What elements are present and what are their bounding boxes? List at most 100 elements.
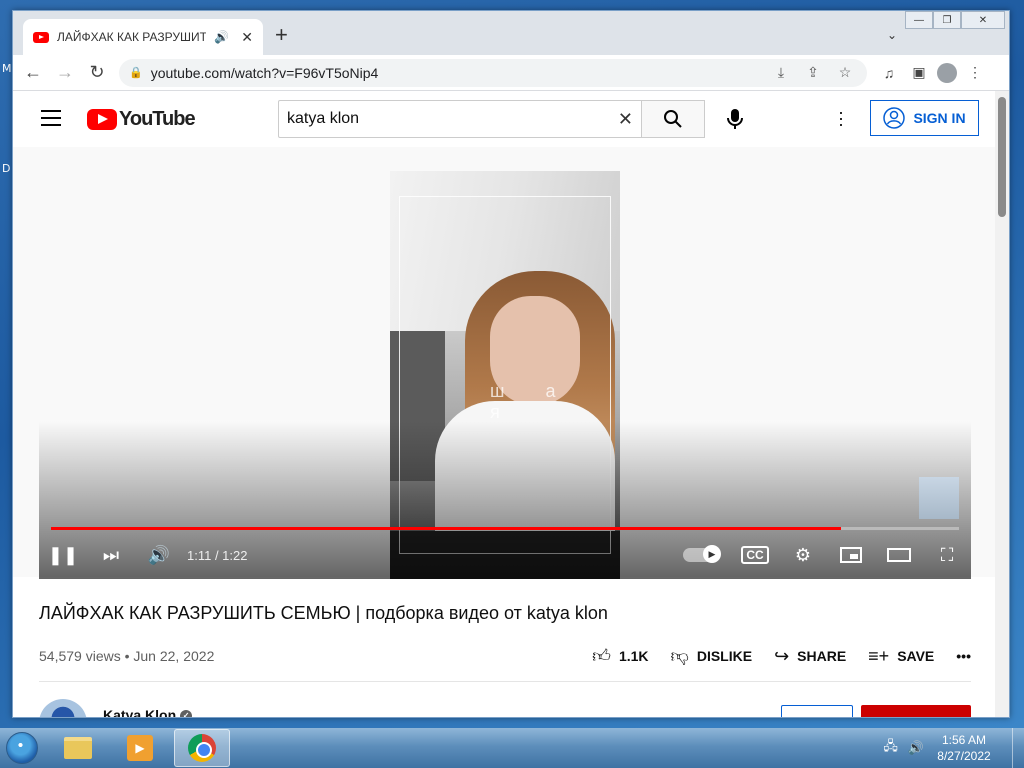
media-control-icon[interactable]: ♫ — [877, 65, 901, 81]
captions-icon[interactable]: CC — [731, 537, 779, 573]
taskbar-chrome[interactable] — [174, 729, 230, 767]
tab-search-icon[interactable]: ⌄ — [887, 28, 897, 42]
sign-in-button[interactable]: SIGN IN — [870, 100, 979, 136]
progress-bar[interactable] — [51, 527, 959, 530]
share-icon[interactable]: ⇪ — [801, 64, 825, 81]
share-button[interactable]: ↪ SHARE — [774, 646, 846, 667]
maximize-button[interactable]: ❐ — [933, 11, 961, 29]
voice-search-button[interactable] — [719, 103, 751, 135]
next-icon[interactable]: ⏭ — [87, 537, 135, 573]
desktop-icon-label: D — [2, 162, 11, 175]
player-area: ш а я ❚❚ ⏭ 🔊 1:11 / 1:22 CC — [13, 147, 997, 579]
miniplayer-icon[interactable] — [827, 537, 875, 573]
address-bar[interactable]: 🔒 youtube.com/watch?v=F96vT5oNip4 ⤓ ⇪ ☆ — [119, 58, 867, 87]
settings-menu-icon[interactable]: · · · — [833, 103, 849, 133]
title-bar: ЛАЙФХАК КАК РАЗРУШИТЬ 🔊 ✕ + ⌄ — ❐ ✕ — [13, 11, 1009, 55]
media-player-icon: ▶ — [127, 735, 153, 761]
channel-avatar[interactable] — [39, 699, 87, 717]
chrome-icon — [188, 734, 216, 762]
folder-icon — [64, 737, 92, 759]
save-label: SAVE — [897, 648, 935, 664]
bookmark-star-icon[interactable]: ☆ — [833, 64, 857, 81]
progress-played — [51, 527, 841, 530]
fullscreen-icon[interactable]: ⛶ — [923, 537, 971, 573]
close-button[interactable]: ✕ — [961, 11, 1005, 29]
url-text[interactable]: youtube.com/watch?v=F96vT5oNip4 — [151, 65, 761, 81]
pause-icon[interactable]: ❚❚ — [39, 537, 87, 573]
microphone-icon — [727, 109, 743, 129]
youtube-page: YouTube katya klon ✕ · · · SIGN IN ш а я… — [13, 91, 997, 717]
sign-in-label: SIGN IN — [913, 110, 966, 126]
dislike-label: DISLIKE — [696, 648, 753, 664]
channel-name-text[interactable]: Katya Klon — [103, 707, 176, 717]
time-display: 1:11 / 1:22 — [187, 547, 248, 563]
taskbar-media-player[interactable]: ▶ — [112, 729, 168, 767]
system-tray: 🖧 🔊 1:56 AM 8/27/2022 — [883, 732, 1012, 764]
verified-check-icon: ✓ — [180, 710, 193, 717]
menu-icon[interactable] — [41, 110, 61, 131]
video-title: ЛАЙФХАК КАК РАЗРУШИТЬ СЕМЬЮ | подборка в… — [39, 603, 608, 623]
video-player[interactable]: ш а я ❚❚ ⏭ 🔊 1:11 / 1:22 CC — [39, 171, 971, 579]
autoplay-toggle[interactable] — [683, 545, 721, 563]
search-button[interactable] — [642, 100, 705, 138]
like-button[interactable]: 👍︎ 1.1K — [592, 645, 648, 667]
network-icon[interactable]: 🖧 — [883, 737, 898, 759]
clock[interactable]: 1:56 AM 8/27/2022 — [934, 732, 994, 764]
more-actions-icon[interactable]: ••• — [956, 648, 971, 664]
channel-watermark[interactable] — [919, 477, 959, 519]
taskbar-explorer[interactable] — [50, 729, 106, 767]
window-controls: — ❐ ✕ — [905, 11, 1005, 29]
tab-close-icon[interactable]: ✕ — [241, 29, 253, 46]
desktop-icon-label: M — [2, 62, 12, 75]
player-controls-right: CC ⚙ ⛶ — [683, 537, 971, 573]
search-input[interactable]: katya klon ✕ — [278, 100, 642, 138]
account-icon — [883, 107, 906, 129]
youtube-logo-text: YouTube — [119, 108, 196, 130]
dislike-button[interactable]: 👎︎ DISLIKE — [671, 645, 753, 667]
like-count: 1.1K — [618, 648, 649, 664]
lock-icon[interactable]: 🔒 — [129, 66, 143, 79]
windows-logo-icon — [6, 732, 38, 764]
profile-avatar-icon[interactable] — [937, 62, 957, 83]
volume-tray-icon[interactable]: 🔊 — [908, 740, 924, 756]
back-button[interactable]: ← — [19, 59, 47, 87]
reload-button[interactable]: ↻ — [83, 59, 111, 87]
browser-tab[interactable]: ЛАЙФХАК КАК РАЗРУШИТЬ 🔊 ✕ — [23, 19, 263, 55]
tab-title: ЛАЙФХАК КАК РАЗРУШИТЬ — [57, 30, 207, 44]
settings-gear-icon[interactable]: ⚙ — [779, 537, 827, 573]
video-inner-frame — [399, 196, 611, 554]
clock-time: 1:56 AM — [941, 733, 987, 747]
clear-search-icon[interactable]: ✕ — [618, 109, 633, 130]
install-icon[interactable]: ⤓ — [769, 64, 793, 81]
subscribe-button[interactable]: SUBSCRIBE — [861, 705, 971, 717]
new-tab-button[interactable]: + — [275, 24, 288, 46]
player-controls: ❚❚ ⏭ 🔊 1:11 / 1:22 CC ⚙ — [39, 537, 971, 573]
page-scrollbar[interactable] — [995, 91, 1009, 717]
youtube-play-icon — [87, 109, 117, 130]
share-arrow-icon: ↪ — [774, 645, 790, 666]
channel-name[interactable]: Katya Klon ✓ — [103, 707, 193, 717]
show-desktop-button[interactable] — [1012, 728, 1024, 768]
video-meta-row: 54,579 views • Jun 22, 2022 👍︎ 1.1K 👎︎ D… — [39, 641, 971, 671]
save-button[interactable]: ≡+ SAVE — [868, 646, 934, 667]
speaker-icon[interactable]: 🔊 — [214, 30, 229, 44]
minimize-button[interactable]: — — [905, 11, 933, 29]
theater-mode-icon[interactable] — [875, 537, 923, 573]
thumbs-up-icon: 👍︎ — [592, 646, 611, 666]
video-overlay-text: ш а я — [490, 381, 574, 422]
toolbar-right: ♫ ▣ ⋮ — [877, 62, 987, 83]
youtube-favicon-icon — [33, 31, 49, 43]
thumbs-down-icon: 👎︎ — [670, 646, 689, 666]
video-frame[interactable]: ш а я — [390, 171, 620, 579]
volume-icon[interactable]: 🔊 — [135, 537, 183, 573]
side-panel-icon[interactable]: ▣ — [907, 64, 931, 81]
playlist-add-icon: ≡+ — [868, 645, 890, 666]
youtube-logo[interactable]: YouTube — [87, 108, 196, 131]
chrome-menu-icon[interactable]: ⋮ — [963, 64, 987, 81]
forward-button[interactable]: → — [51, 59, 79, 87]
search-query[interactable]: katya klon — [287, 110, 618, 128]
scrollbar-thumb[interactable] — [998, 97, 1006, 217]
start-button[interactable] — [0, 728, 44, 768]
youtube-header: YouTube katya klon ✕ · · · SIGN IN — [13, 91, 997, 147]
join-button[interactable]: JOIN — [781, 705, 853, 717]
